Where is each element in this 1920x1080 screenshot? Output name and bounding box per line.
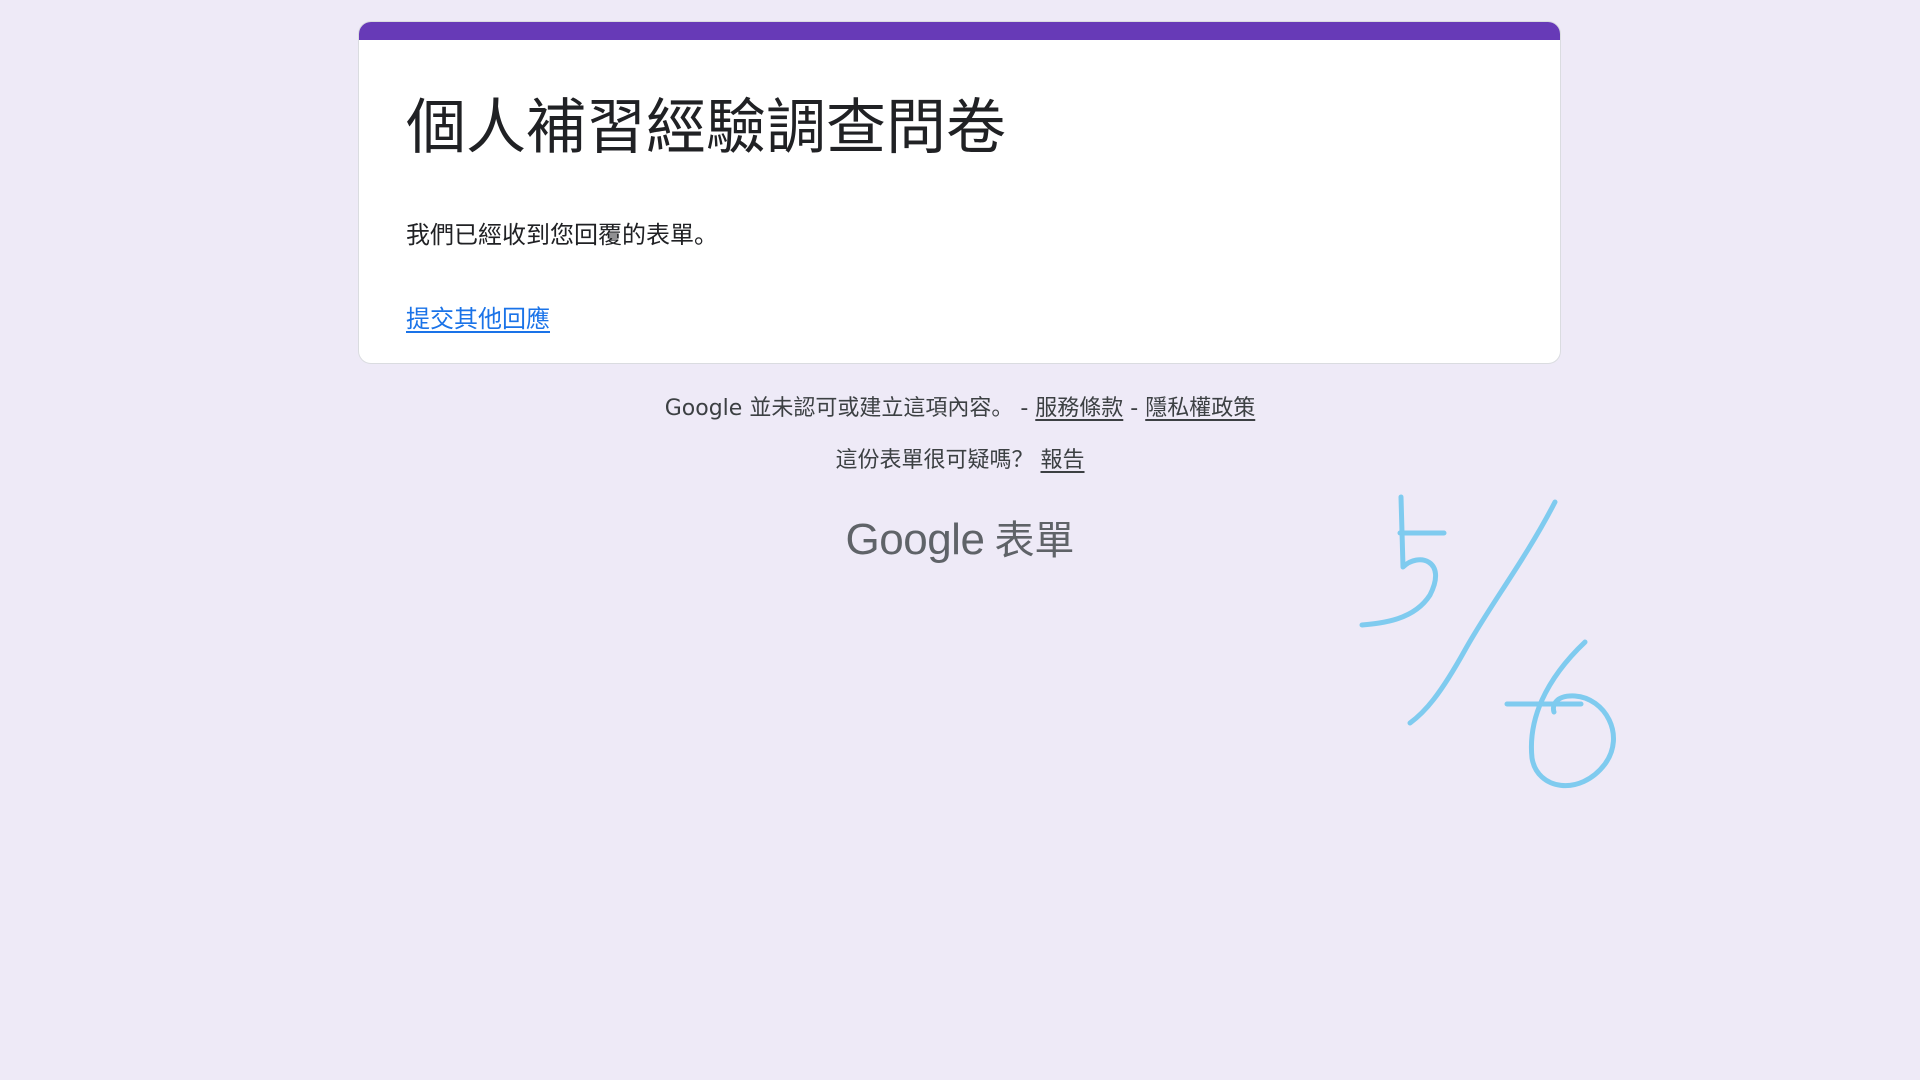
footer-separator: -	[1130, 396, 1139, 421]
handwritten-stroke-6-body	[1528, 639, 1616, 789]
confirmation-message: 我們已經收到您回覆的表單。	[406, 221, 718, 249]
form-title: 個人補習經驗調查問卷	[406, 93, 1006, 163]
form-card: 個人補習經驗調查問卷 我們已經收到您回覆的表單。 提交其他回應	[359, 22, 1560, 363]
disclaimer-text: Google 並未認可或建立這項內容。 -	[664, 396, 1029, 421]
privacy-policy-link[interactable]: 隱私權政策	[1145, 396, 1255, 421]
submit-another-response-link[interactable]: 提交其他回應	[406, 302, 550, 336]
google-forms-logo[interactable]: Google 表單	[0, 508, 1920, 566]
google-wordmark: Google	[845, 515, 985, 564]
terms-of-service-link[interactable]: 服務條款	[1035, 396, 1123, 421]
form-accent-bar	[359, 22, 1560, 40]
report-row: 這份表單很可疑嗎？ 報告	[0, 444, 1920, 478]
report-question: 這份表單很可疑嗎？	[835, 448, 1034, 473]
footer-disclaimer: Google 並未認可或建立這項內容。 - 服務條款 - 隱私權政策	[0, 392, 1920, 426]
report-link[interactable]: 報告	[1041, 448, 1085, 473]
forms-product-name: 表單	[994, 518, 1075, 564]
